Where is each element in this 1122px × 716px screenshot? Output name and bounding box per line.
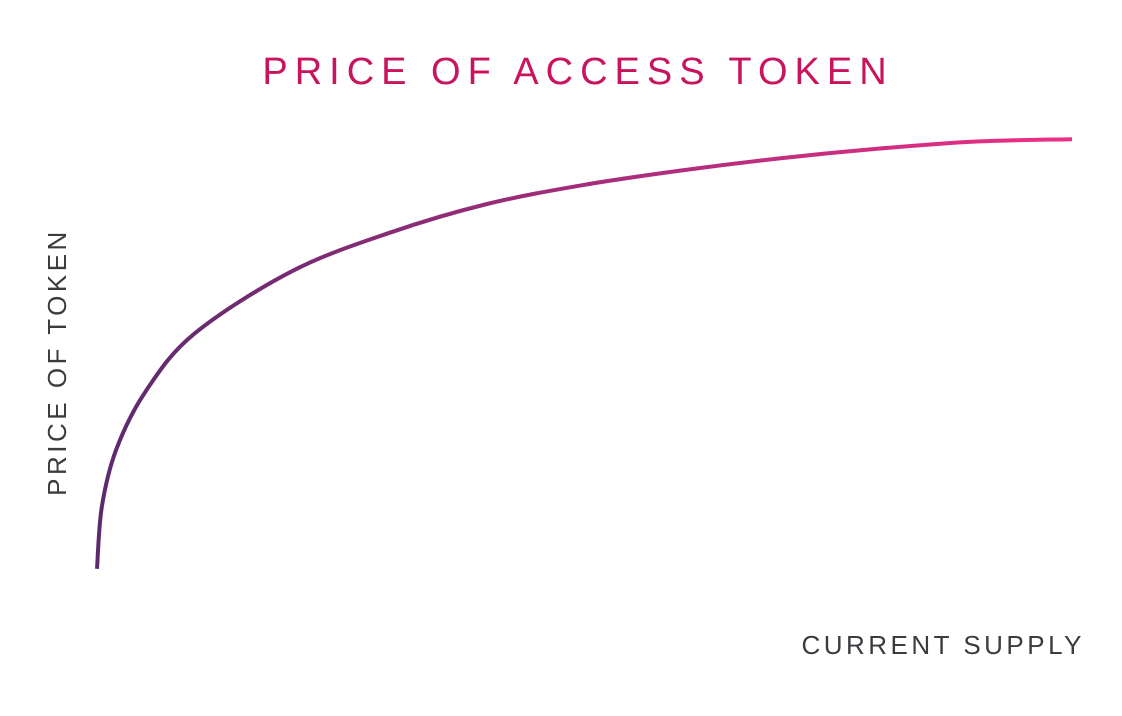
token-price-chart: PRICE OF ACCESS TOKEN PRICE OF TOKEN CUR… [42, 51, 1092, 668]
chart-title: PRICE OF ACCESS TOKEN [262, 51, 893, 93]
x-axis-label: CURRENT SUPPLY [801, 630, 1085, 660]
price-curve-line [95, 137, 1073, 569]
y-axis-label: PRICE OF TOKEN [42, 228, 72, 496]
